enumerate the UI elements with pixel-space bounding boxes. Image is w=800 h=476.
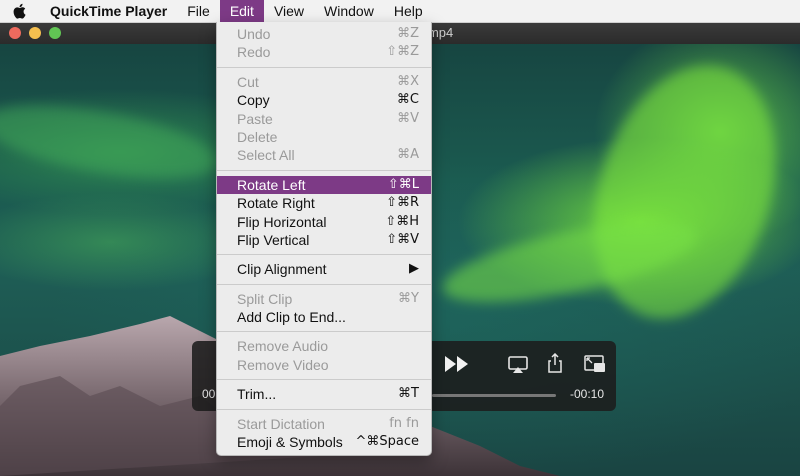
menu-separator (217, 408, 431, 410)
menu-item-shortcut: ⇧⌘R (386, 195, 419, 211)
menu-item-rotate-left[interactable]: Rotate Left ⇧⌘L (217, 175, 431, 195)
close-window-button[interactable] (9, 27, 21, 39)
menu-item-label: Start Dictation (237, 415, 325, 432)
menu-help[interactable]: Help (384, 0, 433, 22)
menu-separator (217, 283, 431, 285)
app-name-menu[interactable]: QuickTime Player (40, 0, 177, 22)
apple-menu[interactable] (0, 3, 40, 19)
menu-separator (217, 66, 431, 68)
menu-item-shortcut: fn fn (389, 415, 419, 431)
menu-separator (217, 169, 431, 171)
menu-item-trim[interactable]: Trim... ⌘T (217, 385, 431, 403)
menu-view[interactable]: View (264, 0, 314, 22)
menu-item-copy[interactable]: Copy ⌘C (217, 91, 431, 109)
menu-separator (217, 331, 431, 333)
menu-item-shortcut: ^⌘Space (355, 434, 419, 450)
menu-item-label: Flip Vertical (237, 231, 310, 248)
menu-item-split-clip[interactable]: Split Clip ⌘Y (217, 290, 431, 308)
aurora-glow (0, 91, 224, 193)
fullscreen-window-button[interactable] (49, 27, 61, 39)
fast-forward-icon[interactable] (444, 355, 470, 373)
submenu-arrow-icon: ▶ (409, 261, 419, 277)
menu-item-label: Remove Audio (237, 338, 329, 355)
menu-item-clip-alignment[interactable]: Clip Alignment ▶ (217, 260, 431, 278)
menu-item-label: Trim... (237, 386, 277, 403)
menu-item-label: Rotate Right (237, 195, 315, 212)
menu-item-label: Remove Video (237, 356, 329, 373)
menu-item-shortcut: ⌘C (396, 92, 419, 108)
menu-item-shortcut: ⇧⌘H (385, 213, 419, 229)
menu-item-emoji-symbols[interactable]: Emoji & Symbols ^⌘Space (217, 433, 431, 451)
menu-item-shortcut: ⇧⌘Z (386, 44, 419, 60)
menu-item-shortcut: ⌘X (397, 73, 419, 89)
menu-item-shortcut: ⇧⌘V (386, 231, 419, 247)
menu-item-flip-horizontal[interactable]: Flip Horizontal ⇧⌘H (217, 213, 431, 231)
airplay-icon[interactable] (508, 356, 528, 374)
menu-edit[interactable]: Edit (219, 0, 264, 22)
menu-item-remove-audio[interactable]: Remove Audio (217, 337, 431, 355)
timeline-scrubber[interactable] (432, 394, 556, 397)
share-icon[interactable] (548, 353, 562, 373)
menu-item-shortcut: ⌘Y (398, 290, 419, 306)
menu-item-delete[interactable]: Delete (217, 128, 431, 146)
menu-item-select-all[interactable]: Select All ⌘A (217, 146, 431, 164)
menu-item-label: Split Clip (237, 290, 293, 307)
menu-item-shortcut: ⌘A (397, 147, 419, 163)
menu-item-label: Clip Alignment (237, 261, 327, 278)
menu-item-label: Redo (237, 44, 271, 61)
menu-item-label: Flip Horizontal (237, 213, 327, 230)
menu-item-shortcut: ⌘V (397, 110, 419, 126)
menu-item-label: Rotate Left (237, 176, 306, 193)
elapsed-time: 00 (202, 387, 216, 401)
menu-item-redo[interactable]: Redo ⇧⌘Z (217, 43, 431, 61)
menu-item-start-dictation[interactable]: Start Dictation fn fn (217, 415, 431, 433)
menu-item-label: Add Clip to End... (237, 309, 346, 326)
menu-item-remove-video[interactable]: Remove Video (217, 356, 431, 374)
menu-item-rotate-right[interactable]: Rotate Right ⇧⌘R (217, 194, 431, 212)
window-controls (0, 27, 61, 39)
menu-item-add-clip-to-end[interactable]: Add Clip to End... (217, 308, 431, 326)
menu-item-shortcut: ⇧⌘L (387, 176, 419, 192)
menu-item-label: Copy (237, 92, 270, 109)
menu-item-paste[interactable]: Paste ⌘V (217, 110, 431, 128)
remaining-time: -00:10 (569, 387, 604, 401)
menu-item-label: Emoji & Symbols (237, 434, 343, 451)
menu-item-undo[interactable]: Undo ⌘Z (217, 25, 431, 43)
apple-logo-icon (13, 3, 26, 19)
edit-menu-dropdown: Undo ⌘Z Redo ⇧⌘Z Cut ⌘X Copy ⌘C Paste ⌘V Dele… (216, 22, 432, 457)
menu-separator (217, 379, 431, 381)
picture-in-picture-icon[interactable] (584, 355, 606, 373)
menu-window[interactable]: Window (314, 0, 384, 22)
menu-item-shortcut: ⌘Z (397, 26, 419, 41)
menu-item-label: Undo (237, 26, 271, 42)
aurora-glow (563, 42, 800, 342)
menu-item-label: Select All (237, 147, 295, 164)
menu-separator (217, 254, 431, 256)
menu-item-label: Paste (237, 110, 273, 127)
menu-item-shortcut: ⌘T (398, 386, 419, 402)
menu-item-cut[interactable]: Cut ⌘X (217, 73, 431, 91)
minimize-window-button[interactable] (29, 27, 41, 39)
menu-item-label: Cut (237, 73, 259, 90)
menu-item-flip-vertical[interactable]: Flip Vertical ⇧⌘V (217, 231, 431, 249)
menu-bar: QuickTime Player File Edit View Window H… (0, 0, 800, 23)
menu-item-label: Delete (237, 128, 278, 145)
menu-file[interactable]: File (177, 0, 220, 22)
